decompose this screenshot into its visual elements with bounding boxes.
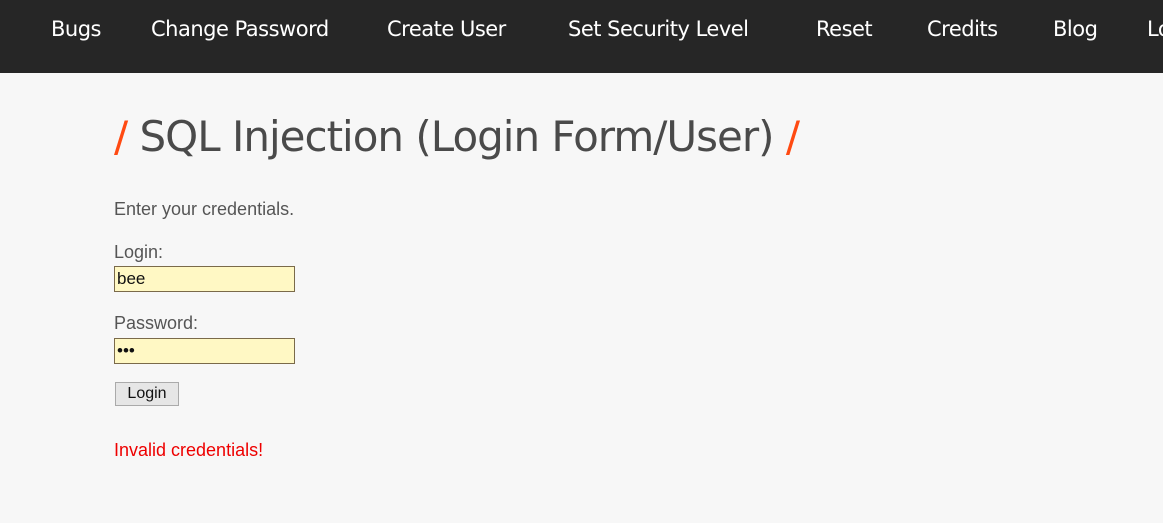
password-label: Password: (114, 313, 199, 333)
login-button[interactable]: Login (115, 382, 179, 406)
nav-reset[interactable]: Reset (816, 17, 873, 41)
intro-text: Enter your credentials. (114, 199, 295, 219)
nav-set-security-level[interactable]: Set Security Level (568, 17, 749, 41)
login-label: Login: (114, 242, 164, 262)
page-title: / SQL Injection (Login Form/User) / (114, 112, 800, 161)
password-input[interactable] (114, 338, 295, 364)
nav-bugs[interactable]: Bugs (51, 17, 102, 41)
nav-change-password[interactable]: Change Password (151, 17, 329, 41)
login-input[interactable] (114, 266, 295, 292)
page-title-text: SQL Injection (Login Form/User) (139, 112, 775, 161)
title-slash-right: / (785, 112, 800, 161)
nav-logout[interactable]: Logout (1147, 17, 1163, 41)
nav-create-user[interactable]: Create User (387, 17, 506, 41)
top-nav: Bugs Change Password Create User Set Sec… (0, 0, 1163, 73)
error-message: Invalid credentials! (114, 440, 264, 460)
title-slash-left: / (114, 112, 128, 161)
nav-blog[interactable]: Blog (1053, 17, 1098, 41)
nav-credits[interactable]: Credits (927, 17, 998, 41)
